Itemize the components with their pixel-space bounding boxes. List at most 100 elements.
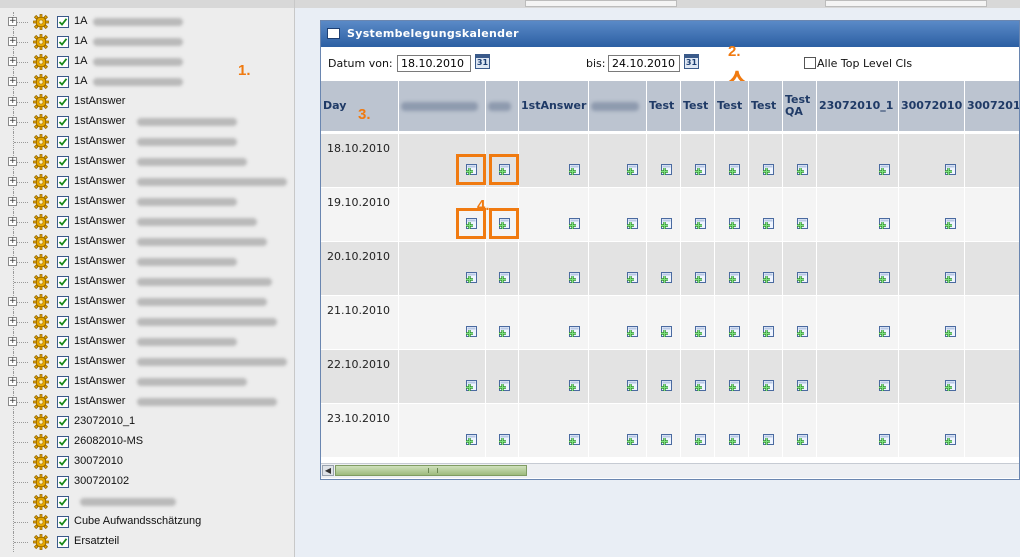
add-booking-icon[interactable] bbox=[659, 164, 672, 177]
tree-item[interactable]: +1stAnswer bbox=[0, 392, 294, 412]
column-header[interactable]: Test bbox=[715, 81, 749, 131]
add-booking-icon[interactable] bbox=[693, 164, 706, 177]
booking-cell[interactable] bbox=[589, 296, 647, 350]
add-booking-icon[interactable] bbox=[625, 434, 638, 447]
tree-item-checkbox[interactable] bbox=[57, 476, 69, 488]
add-booking-icon[interactable] bbox=[464, 434, 477, 447]
booking-cell[interactable] bbox=[715, 134, 749, 188]
expand-icon[interactable]: + bbox=[8, 57, 17, 66]
booking-cell[interactable] bbox=[783, 242, 817, 296]
tree-item[interactable]: +1stAnswer bbox=[0, 112, 294, 132]
booking-cell[interactable] bbox=[749, 242, 783, 296]
booking-cell[interactable] bbox=[783, 350, 817, 404]
add-booking-icon[interactable] bbox=[943, 164, 956, 177]
add-booking-icon[interactable] bbox=[567, 218, 580, 231]
tree-item-checkbox[interactable] bbox=[57, 196, 69, 208]
add-booking-icon[interactable] bbox=[877, 218, 890, 231]
booking-cell[interactable] bbox=[681, 134, 715, 188]
tree-item[interactable] bbox=[0, 492, 294, 512]
booking-cell[interactable] bbox=[647, 350, 681, 404]
booking-cell[interactable] bbox=[783, 188, 817, 242]
booking-cell[interactable] bbox=[899, 350, 965, 404]
add-booking-icon[interactable] bbox=[567, 272, 580, 285]
add-booking-icon[interactable] bbox=[464, 380, 477, 393]
booking-cell[interactable] bbox=[519, 404, 589, 458]
expand-icon[interactable]: + bbox=[8, 177, 17, 186]
booking-cell[interactable] bbox=[519, 350, 589, 404]
expand-icon[interactable]: + bbox=[8, 357, 17, 366]
booking-cell[interactable] bbox=[399, 404, 486, 458]
tree-item-checkbox[interactable] bbox=[57, 136, 69, 148]
booking-cell[interactable] bbox=[399, 296, 486, 350]
add-booking-icon[interactable] bbox=[464, 272, 477, 285]
tree-item-checkbox[interactable] bbox=[57, 16, 69, 28]
booking-cell[interactable] bbox=[589, 134, 647, 188]
tree-item-checkbox[interactable] bbox=[57, 396, 69, 408]
add-booking-icon[interactable] bbox=[727, 218, 740, 231]
tree-item[interactable]: +1stAnswer bbox=[0, 172, 294, 192]
booking-cell[interactable] bbox=[399, 350, 486, 404]
tree-item-checkbox[interactable] bbox=[57, 216, 69, 228]
scrollbar-thumb[interactable] bbox=[335, 465, 527, 476]
add-booking-icon[interactable] bbox=[761, 326, 774, 339]
booking-cell[interactable] bbox=[647, 296, 681, 350]
booking-cell[interactable] bbox=[715, 404, 749, 458]
window-titlebar[interactable]: Systembelegungskalender bbox=[321, 21, 1019, 47]
add-booking-icon[interactable] bbox=[795, 434, 808, 447]
add-booking-icon[interactable] bbox=[659, 434, 672, 447]
tree-item-checkbox[interactable] bbox=[57, 156, 69, 168]
tree-item-checkbox[interactable] bbox=[57, 36, 69, 48]
add-booking-icon[interactable] bbox=[625, 380, 638, 393]
booking-cell[interactable] bbox=[965, 134, 1019, 188]
add-booking-icon[interactable] bbox=[497, 272, 510, 285]
booking-cell[interactable] bbox=[399, 242, 486, 296]
booking-cell[interactable] bbox=[681, 350, 715, 404]
booking-cell[interactable] bbox=[681, 296, 715, 350]
booking-cell[interactable] bbox=[817, 134, 899, 188]
tree-item[interactable]: 26082010-MS bbox=[0, 432, 294, 452]
add-booking-icon[interactable] bbox=[877, 272, 890, 285]
add-booking-icon[interactable] bbox=[567, 434, 580, 447]
tree-item[interactable]: 300720102 bbox=[0, 472, 294, 492]
column-header[interactable]: Test QA bbox=[783, 81, 817, 131]
tree-item[interactable]: Ersatzteil bbox=[0, 532, 294, 552]
tree-item-checkbox[interactable] bbox=[57, 516, 69, 528]
tree-item-checkbox[interactable] bbox=[57, 116, 69, 128]
add-booking-icon[interactable] bbox=[693, 326, 706, 339]
booking-cell[interactable] bbox=[965, 242, 1019, 296]
booking-cell[interactable] bbox=[899, 134, 965, 188]
column-header[interactable]: Test bbox=[681, 81, 715, 131]
add-booking-icon[interactable] bbox=[567, 326, 580, 339]
add-booking-icon[interactable] bbox=[625, 326, 638, 339]
column-header[interactable] bbox=[589, 81, 647, 131]
booking-cell[interactable] bbox=[681, 188, 715, 242]
booking-cell[interactable] bbox=[899, 404, 965, 458]
tree-item-checkbox[interactable] bbox=[57, 296, 69, 308]
booking-cell[interactable] bbox=[749, 296, 783, 350]
booking-cell[interactable] bbox=[519, 134, 589, 188]
tree-item[interactable]: +1stAnswer bbox=[0, 352, 294, 372]
booking-cell[interactable] bbox=[647, 404, 681, 458]
add-booking-icon[interactable] bbox=[943, 380, 956, 393]
booking-cell[interactable] bbox=[589, 242, 647, 296]
booking-cell[interactable] bbox=[715, 350, 749, 404]
tree-item-checkbox[interactable] bbox=[57, 456, 69, 468]
booking-cell[interactable] bbox=[715, 296, 749, 350]
tree-item-checkbox[interactable] bbox=[57, 376, 69, 388]
expand-icon[interactable]: + bbox=[8, 157, 17, 166]
add-booking-icon[interactable] bbox=[497, 380, 510, 393]
tree-item-checkbox[interactable] bbox=[57, 356, 69, 368]
tree-item-checkbox[interactable] bbox=[57, 336, 69, 348]
expand-icon[interactable]: + bbox=[8, 17, 17, 26]
tree-item-checkbox[interactable] bbox=[57, 276, 69, 288]
add-booking-icon[interactable] bbox=[567, 380, 580, 393]
tree-item[interactable]: +1stAnswer bbox=[0, 292, 294, 312]
tree-item[interactable]: +1A bbox=[0, 32, 294, 52]
booking-cell[interactable] bbox=[817, 242, 899, 296]
tree-item-checkbox[interactable] bbox=[57, 436, 69, 448]
expand-icon[interactable]: + bbox=[8, 257, 17, 266]
tree-item[interactable]: +1A bbox=[0, 12, 294, 32]
add-booking-icon[interactable] bbox=[795, 272, 808, 285]
booking-cell[interactable] bbox=[681, 242, 715, 296]
add-booking-icon[interactable] bbox=[727, 434, 740, 447]
